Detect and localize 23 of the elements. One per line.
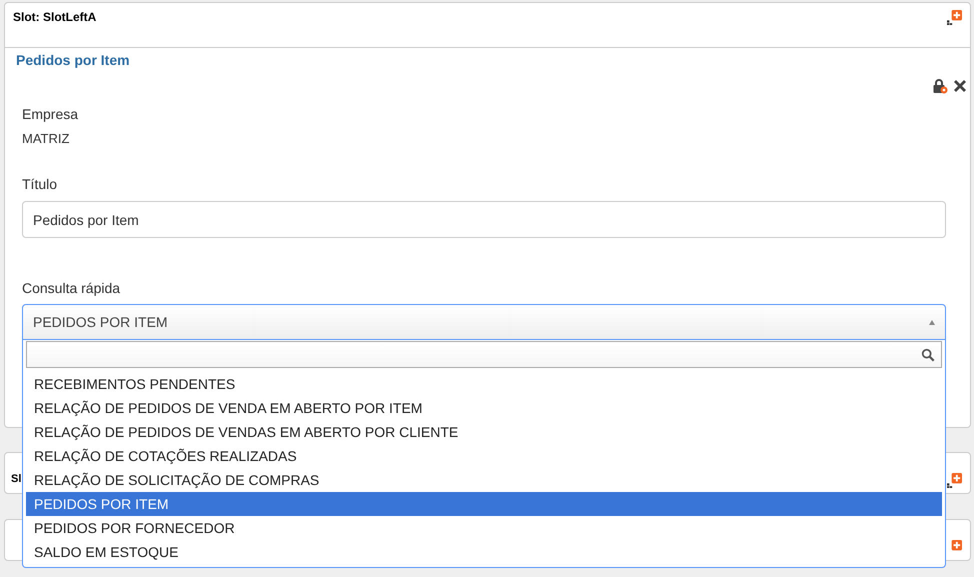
title-input[interactable]: Pedidos por Item bbox=[22, 201, 946, 238]
field-value: MATRIZ bbox=[22, 131, 70, 146]
add-icon[interactable] bbox=[947, 10, 962, 25]
dropdown-option[interactable]: RELAÇÃO DE COTAÇÕES REALIZADAS bbox=[26, 444, 942, 468]
lock-settings-icon[interactable] bbox=[932, 78, 948, 94]
dropdown-option[interactable]: PEDIDOS POR FORNECEDOR bbox=[26, 516, 942, 540]
field-label: Título bbox=[22, 176, 58, 192]
field-label: Consulta rápida bbox=[22, 280, 122, 296]
dropdown-option[interactable]: PEDIDOS POR ITEM bbox=[26, 492, 942, 516]
dropdown-option[interactable]: RELAÇÃO DE SOLICITAÇÃO DE COMPRAS bbox=[26, 468, 942, 492]
search-field[interactable] bbox=[26, 341, 942, 368]
search-icon bbox=[921, 348, 935, 362]
add-icon[interactable] bbox=[947, 473, 962, 488]
portlet-title: Pedidos por Item bbox=[16, 52, 131, 68]
dropdown-option[interactable]: RELAÇÃO DE PEDIDOS DE VENDA EM ABERTO POR ITEM bbox=[26, 396, 942, 420]
slot-title: Sl bbox=[11, 473, 22, 485]
dropdown-option[interactable]: RECEBIMENTOS PENDENTES bbox=[26, 372, 942, 396]
close-icon[interactable] bbox=[952, 78, 968, 94]
dropdown-option[interactable]: RELAÇÃO DE PEDIDOS DE VENDAS EM ABERTO POR CLIENTE bbox=[26, 420, 942, 444]
query-select[interactable]: PEDIDOS POR ITEM bbox=[22, 304, 946, 340]
dropdown-option[interactable]: SALDO EM ESTOQUE bbox=[26, 540, 942, 564]
slot-title: Slot: SlotLeftA bbox=[13, 10, 96, 24]
field-label: Empresa bbox=[22, 106, 80, 122]
